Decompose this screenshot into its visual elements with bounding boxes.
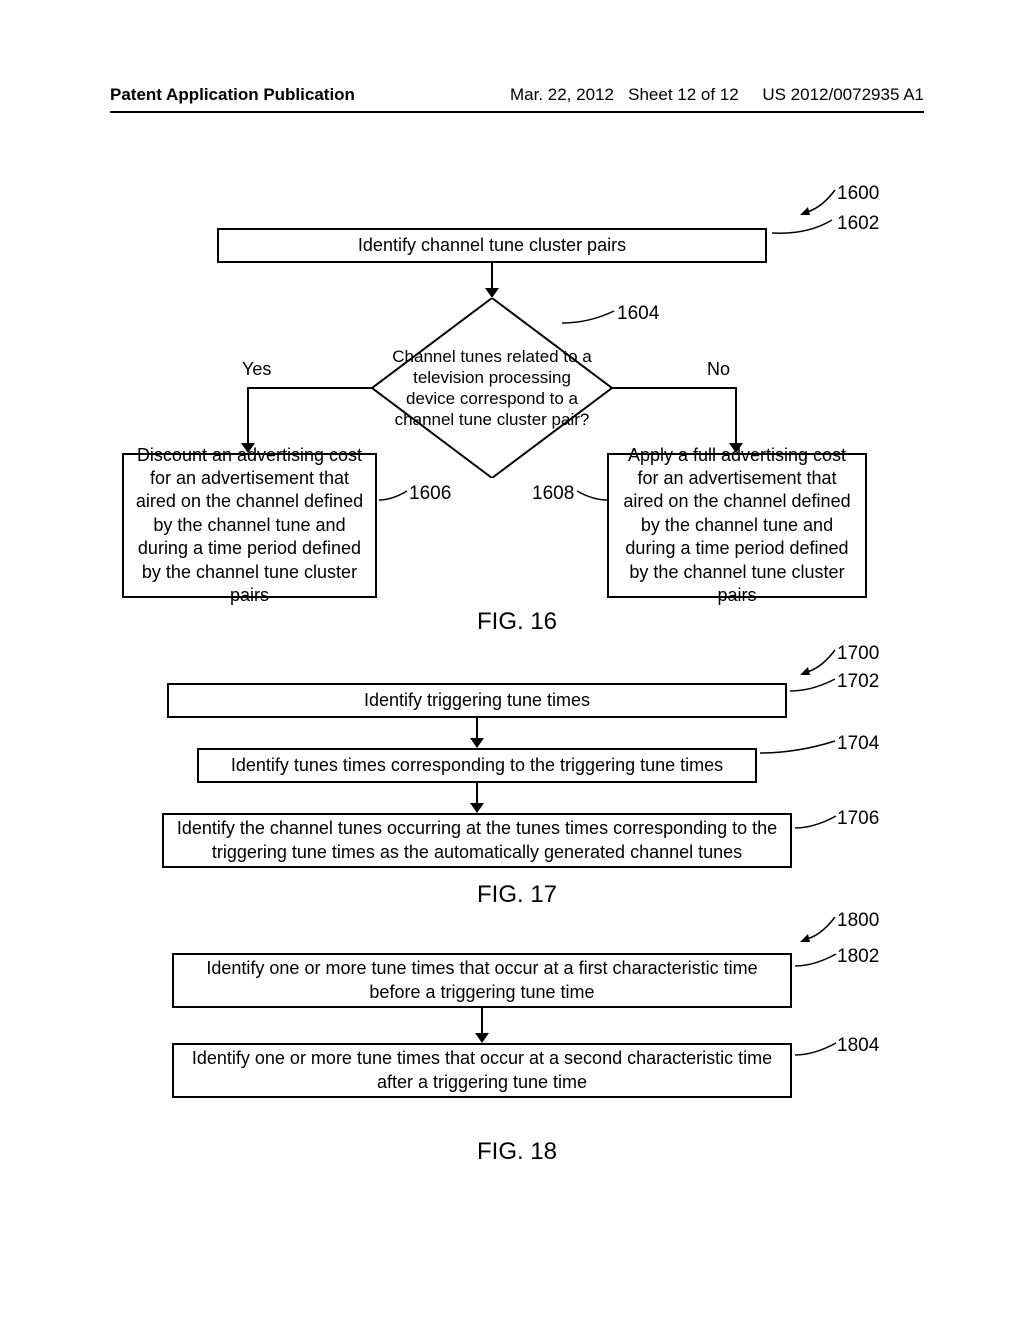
step-1602-text: Identify channel tune cluster pairs (358, 234, 626, 257)
step-1606-text: Discount an advertising cost for an adve… (134, 444, 365, 608)
ref-1606: 1606 (409, 483, 451, 505)
header-date: Mar. 22, 2012 (510, 85, 614, 104)
fig-17-label: FIG. 17 (112, 881, 922, 909)
leader-1700 (800, 645, 840, 680)
header-meta: Mar. 22, 2012 Sheet 12 of 12 US 2012/007… (510, 85, 924, 105)
arrow-no-v (735, 387, 737, 445)
arrowhead-1602-1604 (485, 288, 499, 298)
leader-1706 (792, 813, 840, 836)
page-header: Patent Application Publication Mar. 22, … (110, 85, 924, 105)
ref-1608: 1608 (532, 483, 574, 505)
step-1704-text: Identify tunes times corresponding to th… (231, 754, 723, 777)
leader-1702 (787, 676, 839, 699)
ref-1706: 1706 (837, 808, 879, 830)
arrowhead-1704-1706 (470, 803, 484, 813)
ref-1802: 1802 (837, 946, 879, 968)
step-1704: Identify tunes times corresponding to th… (197, 748, 757, 783)
header-divider (110, 111, 924, 113)
step-1802-text: Identify one or more tune times that occ… (184, 957, 780, 1004)
ref-1702: 1702 (837, 671, 879, 693)
arrow-yes-v (247, 387, 249, 445)
leader-1802 (792, 951, 840, 974)
arrow-no-h (610, 387, 737, 389)
fig-16-label: FIG. 16 (112, 608, 922, 636)
arrowhead-1702-1704 (470, 738, 484, 748)
step-1804: Identify one or more tune times that occ… (172, 1043, 792, 1098)
step-1608: Apply a full advertising cost for an adv… (607, 453, 867, 598)
arrowhead-1802-1804 (475, 1033, 489, 1043)
step-1606: Discount an advertising cost for an adve… (122, 453, 377, 598)
ref-1602: 1602 (837, 213, 879, 235)
step-1602: Identify channel tune cluster pairs (217, 228, 767, 263)
leader-1604 (559, 308, 619, 331)
ref-1600: 1600 (837, 183, 879, 205)
step-1604-text: Channel tunes related to a television pr… (390, 346, 594, 431)
ref-1804: 1804 (837, 1035, 879, 1057)
header-pubnum: US 2012/0072935 A1 (762, 85, 924, 104)
step-1804-text: Identify one or more tune times that occ… (184, 1047, 780, 1094)
arrow-yes-h (247, 387, 374, 389)
step-1706-text: Identify the channel tunes occurring at … (174, 817, 780, 864)
header-sheet: Sheet 12 of 12 (628, 85, 739, 104)
ref-1704: 1704 (837, 733, 879, 755)
fig-18-label: FIG. 18 (112, 1138, 922, 1166)
step-1706: Identify the channel tunes occurring at … (162, 813, 792, 868)
leader-1704 (757, 738, 839, 761)
step-1608-text: Apply a full advertising cost for an adv… (619, 444, 855, 608)
step-1702-text: Identify triggering tune times (364, 689, 590, 712)
header-publication: Patent Application Publication (110, 85, 355, 105)
leader-1804 (792, 1040, 840, 1063)
no-label: No (707, 359, 730, 380)
leader-1602 (767, 215, 837, 245)
leader-1606 (377, 488, 412, 508)
leader-1800 (800, 912, 840, 947)
ref-1700: 1700 (837, 643, 879, 665)
leader-1608 (575, 488, 610, 508)
arrow-1702-1704 (476, 718, 478, 740)
ref-1800: 1800 (837, 910, 879, 932)
ref-1604: 1604 (617, 303, 659, 325)
step-1802: Identify one or more tune times that occ… (172, 953, 792, 1008)
arrow-1602-1604 (491, 263, 493, 290)
arrow-1802-1804 (481, 1008, 483, 1035)
step-1702: Identify triggering tune times (167, 683, 787, 718)
yes-label: Yes (242, 359, 271, 380)
